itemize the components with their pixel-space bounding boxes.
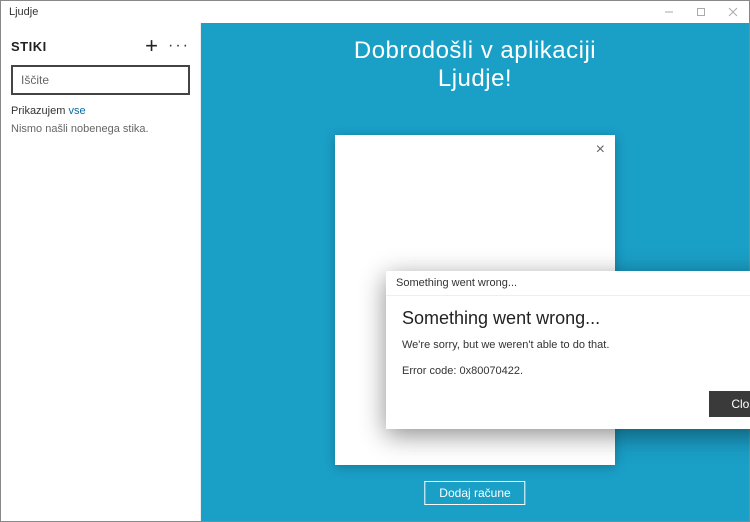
welcome-line2: Ljudje! [201, 65, 749, 93]
error-dialog-code: Error code: 0x80070422. [402, 365, 750, 377]
sidebar: STIKI + ··· Prikazujem vse Nismo našli n… [1, 23, 201, 521]
add-contact-button[interactable]: + [145, 35, 158, 57]
window-titlebar: Ljudje [1, 1, 749, 23]
window-controls [653, 1, 749, 23]
filter-link[interactable]: vse [68, 105, 85, 117]
window-title: Ljudje [9, 6, 38, 18]
minimize-button[interactable] [653, 1, 685, 23]
filter-prefix: Prikazujem [11, 105, 68, 117]
more-options-button[interactable]: ··· [168, 37, 190, 55]
sidebar-header: STIKI + ··· [11, 35, 190, 57]
error-dialog-heading: Something went wrong... [402, 308, 750, 329]
close-icon[interactable]: × [596, 141, 605, 159]
add-accounts-button[interactable]: Dodaj račune [424, 481, 525, 505]
error-dialog-titlebar: Something went wrong... [386, 271, 750, 296]
error-dialog-message: We're sorry, but we weren't able to do t… [402, 339, 750, 351]
error-dialog: Something went wrong... Something went w… [386, 271, 750, 429]
welcome-line1: Dobrodošli v aplikaciji [201, 37, 749, 65]
filter-row: Prikazujem vse [11, 105, 190, 117]
search-input[interactable] [11, 65, 190, 95]
welcome-heading: Dobrodošli v aplikaciji Ljudje! [201, 37, 749, 93]
sidebar-title: STIKI [11, 39, 47, 54]
error-dialog-close-button[interactable]: Close [709, 391, 750, 417]
empty-contacts-message: Nismo našli nobenega stika. [11, 123, 190, 135]
maximize-button[interactable] [685, 1, 717, 23]
main-panel: Dobrodošli v aplikaciji Ljudje! × Dodaj … [201, 23, 749, 521]
close-window-button[interactable] [717, 1, 749, 23]
